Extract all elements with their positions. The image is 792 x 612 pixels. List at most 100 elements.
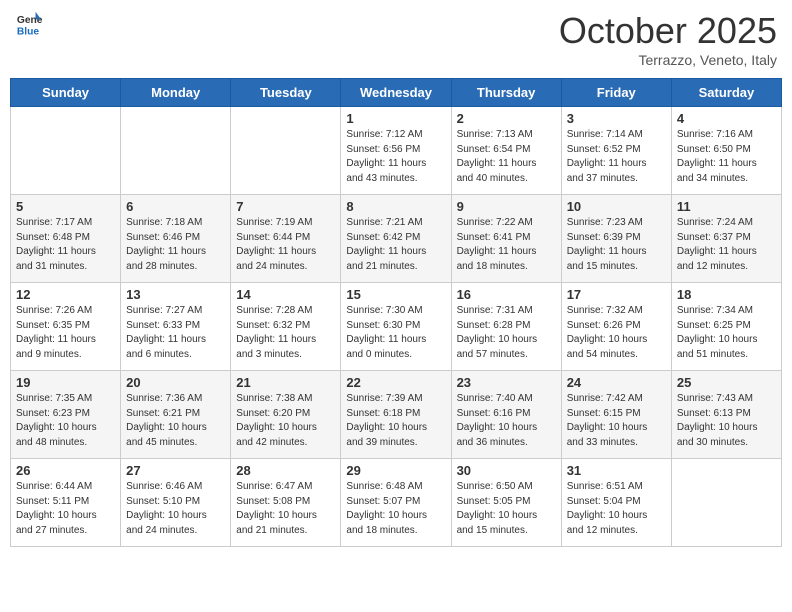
calendar-week-3: 12 Sunrise: 7:26 AM Sunset: 6:35 PM Dayli…	[11, 283, 782, 371]
day-info: Sunrise: 7:22 AM Sunset: 6:41 PM Dayligh…	[457, 216, 556, 274]
month-title: October 2025	[559, 10, 777, 52]
page-header: General Blue October 2025 Terrazzo, Vene…	[10, 10, 782, 68]
day-info: Sunrise: 6:47 AM Sunset: 5:08 PM Dayligh…	[236, 480, 335, 538]
calendar-cell: 29Sunrise: 6:48 AM Sunset: 5:07 PM Dayli…	[341, 459, 451, 547]
day-info: Sunrise: 7:27 AM Sunset: 6:33 PM Dayligh…	[126, 304, 225, 362]
day-info: Sunrise: 7:17 AM Sunset: 6:48 PM Dayligh…	[16, 216, 115, 274]
calendar-cell: 10 Sunrise: 7:23 AM Sunset: 6:39 PM Dayli…	[561, 195, 671, 283]
day-number: 3	[567, 111, 666, 126]
day-info: Sunrise: 7:30 AM Sunset: 6:30 PM Dayligh…	[346, 304, 445, 362]
day-number: 29	[346, 463, 445, 478]
day-info: Sunrise: 7:34 AM Sunset: 6:25 PM Dayligh…	[677, 304, 776, 362]
day-number: 19	[16, 375, 115, 390]
day-info: Sunrise: 6:46 AM Sunset: 5:10 PM Dayligh…	[126, 480, 225, 538]
day-header-tuesday: Tuesday	[231, 79, 341, 107]
day-info: Sunrise: 7:39 AM Sunset: 6:18 PM Dayligh…	[346, 392, 445, 450]
calendar-cell: 18 Sunrise: 7:34 AM Sunset: 6:25 PM Dayli…	[671, 283, 781, 371]
day-info: Sunrise: 7:38 AM Sunset: 6:20 PM Dayligh…	[236, 392, 335, 450]
day-number: 16	[457, 287, 556, 302]
day-number: 17	[567, 287, 666, 302]
day-info: Sunrise: 7:18 AM Sunset: 6:46 PM Dayligh…	[126, 216, 225, 274]
day-info: Sunrise: 7:36 AM Sunset: 6:21 PM Dayligh…	[126, 392, 225, 450]
day-info: Sunrise: 7:16 AM Sunset: 6:50 PM Dayligh…	[677, 128, 776, 186]
day-info: Sunrise: 7:31 AM Sunset: 6:28 PM Dayligh…	[457, 304, 556, 362]
calendar-cell: 6Sunrise: 7:18 AM Sunset: 6:46 PM Daylig…	[121, 195, 231, 283]
day-number: 20	[126, 375, 225, 390]
calendar-cell: 27Sunrise: 6:46 AM Sunset: 5:10 PM Dayli…	[121, 459, 231, 547]
day-number: 26	[16, 463, 115, 478]
day-number: 14	[236, 287, 335, 302]
day-number: 31	[567, 463, 666, 478]
calendar-cell: 26 Sunrise: 6:44 AM Sunset: 5:11 PM Dayli…	[11, 459, 121, 547]
day-number: 4	[677, 111, 776, 126]
calendar-cell	[121, 107, 231, 195]
calendar-cell	[11, 107, 121, 195]
calendar-cell: 20 Sunrise: 7:36 AM Sunset: 6:21 PM Dayli…	[121, 371, 231, 459]
location-subtitle: Terrazzo, Veneto, Italy	[559, 52, 777, 68]
day-number: 12	[16, 287, 115, 302]
day-info: Sunrise: 6:50 AM Sunset: 5:05 PM Dayligh…	[457, 480, 556, 538]
calendar-cell: 1Sunrise: 7:12 AM Sunset: 6:56 PM Daylig…	[341, 107, 451, 195]
day-number: 2	[457, 111, 556, 126]
calendar-cell: 12 Sunrise: 7:26 AM Sunset: 6:35 PM Dayli…	[11, 283, 121, 371]
day-info: Sunrise: 7:23 AM Sunset: 6:39 PM Dayligh…	[567, 216, 666, 274]
day-info: Sunrise: 7:40 AM Sunset: 6:16 PM Dayligh…	[457, 392, 556, 450]
day-number: 30	[457, 463, 556, 478]
calendar-cell: 19 Sunrise: 7:35 AM Sunset: 6:23 PM Dayli…	[11, 371, 121, 459]
calendar-week-4: 19 Sunrise: 7:35 AM Sunset: 6:23 PM Dayli…	[11, 371, 782, 459]
day-number: 21	[236, 375, 335, 390]
calendar-week-1: 1Sunrise: 7:12 AM Sunset: 6:56 PM Daylig…	[11, 107, 782, 195]
logo-icon: General Blue	[15, 10, 43, 38]
day-header-wednesday: Wednesday	[341, 79, 451, 107]
calendar-cell: 16 Sunrise: 7:31 AM Sunset: 6:28 PM Dayli…	[451, 283, 561, 371]
day-number: 25	[677, 375, 776, 390]
calendar-cell: 8 Sunrise: 7:21 AM Sunset: 6:42 PM Daylig…	[341, 195, 451, 283]
day-info: Sunrise: 7:43 AM Sunset: 6:13 PM Dayligh…	[677, 392, 776, 450]
day-info: Sunrise: 7:42 AM Sunset: 6:15 PM Dayligh…	[567, 392, 666, 450]
calendar-cell: 7 Sunrise: 7:19 AM Sunset: 6:44 PM Daylig…	[231, 195, 341, 283]
calendar-cell: 11Sunrise: 7:24 AM Sunset: 6:37 PM Dayli…	[671, 195, 781, 283]
day-number: 13	[126, 287, 225, 302]
calendar-cell: 14 Sunrise: 7:28 AM Sunset: 6:32 PM Dayli…	[231, 283, 341, 371]
calendar-cell	[671, 459, 781, 547]
day-number: 28	[236, 463, 335, 478]
day-number: 15	[346, 287, 445, 302]
calendar-cell: 3 Sunrise: 7:14 AM Sunset: 6:52 PM Daylig…	[561, 107, 671, 195]
calendar-cell: 28 Sunrise: 6:47 AM Sunset: 5:08 PM Dayli…	[231, 459, 341, 547]
calendar-cell: 17Sunrise: 7:32 AM Sunset: 6:26 PM Dayli…	[561, 283, 671, 371]
day-info: Sunrise: 7:35 AM Sunset: 6:23 PM Dayligh…	[16, 392, 115, 450]
calendar-cell: 22 Sunrise: 7:39 AM Sunset: 6:18 PM Dayli…	[341, 371, 451, 459]
calendar-cell: 31 Sunrise: 6:51 AM Sunset: 5:04 PM Dayli…	[561, 459, 671, 547]
day-number: 5	[16, 199, 115, 214]
day-number: 22	[346, 375, 445, 390]
day-info: Sunrise: 7:13 AM Sunset: 6:54 PM Dayligh…	[457, 128, 556, 186]
calendar-week-5: 26 Sunrise: 6:44 AM Sunset: 5:11 PM Dayli…	[11, 459, 782, 547]
day-header-sunday: Sunday	[11, 79, 121, 107]
calendar-cell: 15 Sunrise: 7:30 AM Sunset: 6:30 PM Dayli…	[341, 283, 451, 371]
svg-text:Blue: Blue	[17, 26, 40, 37]
title-block: October 2025 Terrazzo, Veneto, Italy	[559, 10, 777, 68]
calendar-cell: 4 Sunrise: 7:16 AM Sunset: 6:50 PM Daylig…	[671, 107, 781, 195]
day-info: Sunrise: 7:26 AM Sunset: 6:35 PM Dayligh…	[16, 304, 115, 362]
day-header-monday: Monday	[121, 79, 231, 107]
day-info: Sunrise: 7:12 AM Sunset: 6:56 PM Dayligh…	[346, 128, 445, 186]
calendar-cell: 23Sunrise: 7:40 AM Sunset: 6:16 PM Dayli…	[451, 371, 561, 459]
day-info: Sunrise: 7:21 AM Sunset: 6:42 PM Dayligh…	[346, 216, 445, 274]
logo: General Blue	[15, 10, 45, 38]
day-number: 7	[236, 199, 335, 214]
day-info: Sunrise: 7:14 AM Sunset: 6:52 PM Dayligh…	[567, 128, 666, 186]
day-number: 10	[567, 199, 666, 214]
calendar-cell: 9 Sunrise: 7:22 AM Sunset: 6:41 PM Daylig…	[451, 195, 561, 283]
day-info: Sunrise: 7:19 AM Sunset: 6:44 PM Dayligh…	[236, 216, 335, 274]
day-info: Sunrise: 7:24 AM Sunset: 6:37 PM Dayligh…	[677, 216, 776, 274]
calendar-cell: 30 Sunrise: 6:50 AM Sunset: 5:05 PM Dayli…	[451, 459, 561, 547]
day-header-thursday: Thursday	[451, 79, 561, 107]
day-header-saturday: Saturday	[671, 79, 781, 107]
day-number: 18	[677, 287, 776, 302]
day-number: 9	[457, 199, 556, 214]
day-info: Sunrise: 6:44 AM Sunset: 5:11 PM Dayligh…	[16, 480, 115, 538]
day-info: Sunrise: 6:51 AM Sunset: 5:04 PM Dayligh…	[567, 480, 666, 538]
day-number: 24	[567, 375, 666, 390]
day-info: Sunrise: 7:28 AM Sunset: 6:32 PM Dayligh…	[236, 304, 335, 362]
day-number: 8	[346, 199, 445, 214]
